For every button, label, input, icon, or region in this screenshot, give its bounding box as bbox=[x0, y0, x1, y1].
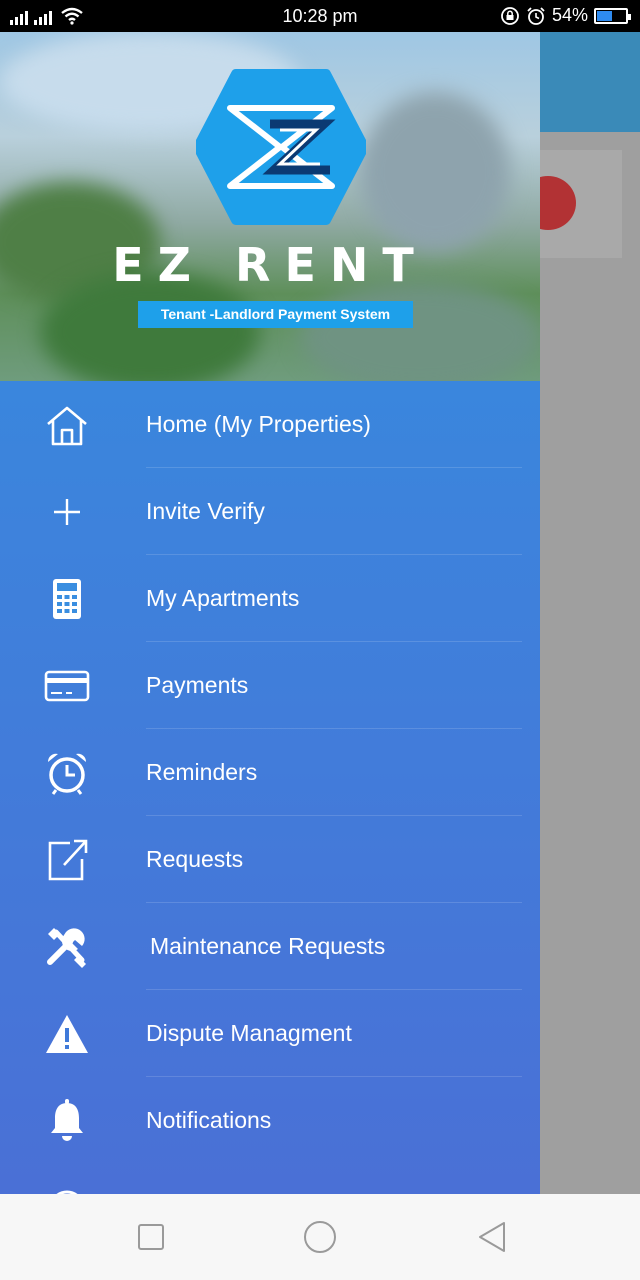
brand-tagline: Tenant -Landlord Payment System bbox=[138, 301, 413, 328]
bell-icon bbox=[44, 1098, 90, 1144]
battery-icon bbox=[594, 7, 631, 24]
menu-item-label: Home (My Properties) bbox=[146, 411, 371, 437]
menu-item-invite-verify[interactable]: Invite Verify bbox=[0, 468, 540, 555]
home-icon bbox=[44, 402, 90, 448]
menu-item-maintenance-requests[interactable]: Maintenance Requests bbox=[0, 903, 540, 990]
menu-item-label: Notifications bbox=[146, 1107, 272, 1133]
menu-item-payments[interactable]: Payments bbox=[0, 642, 540, 729]
menu-item-label: Requests bbox=[146, 846, 244, 872]
circle-icon bbox=[44, 1185, 90, 1194]
tools-icon bbox=[44, 924, 90, 970]
alarm-icon bbox=[527, 6, 545, 25]
menu-item-label: Invite Verify bbox=[146, 498, 265, 524]
menu-item-home[interactable]: Home (My Properties) bbox=[0, 381, 540, 468]
external-link-icon bbox=[44, 837, 90, 883]
alarm-clock-icon bbox=[44, 750, 90, 796]
menu-item-label: Maintenance Requests bbox=[150, 933, 386, 959]
menu-item-notifications[interactable]: Notifications bbox=[0, 1077, 540, 1164]
brand-name: EZ RENT bbox=[112, 238, 428, 292]
menu-item-dispute-management[interactable]: Dispute Managment bbox=[0, 990, 540, 1077]
menu-item-requests[interactable]: Requests bbox=[0, 816, 540, 903]
menu-item-label: Reminders bbox=[146, 759, 258, 785]
status-bar: 10:28 pm 54% bbox=[0, 0, 640, 32]
menu-item-label: Dispute Managment bbox=[146, 1020, 352, 1046]
plus-icon bbox=[44, 489, 90, 535]
drawer-menu: Home (My Properties) Invite Verify My Ap… bbox=[0, 381, 540, 1194]
battery-percent: 54% bbox=[551, 5, 588, 25]
calculator-icon bbox=[44, 576, 90, 622]
back-triangle-icon[interactable] bbox=[474, 1219, 510, 1255]
menu-item-label: Payments bbox=[146, 672, 249, 698]
recents-square-icon[interactable] bbox=[133, 1219, 169, 1255]
menu-item-reminders[interactable]: Reminders bbox=[0, 729, 540, 816]
menu-item-my-apartments[interactable]: My Apartments bbox=[0, 555, 540, 642]
lock-rotation-icon bbox=[501, 6, 519, 25]
credit-card-icon bbox=[44, 663, 90, 709]
menu-item-partial[interactable] bbox=[0, 1164, 540, 1194]
home-circle-icon[interactable] bbox=[302, 1219, 338, 1255]
navigation-drawer: EZ RENT Tenant -Landlord Payment System … bbox=[0, 32, 540, 1194]
navigation-bar bbox=[0, 1194, 640, 1280]
ez-hexagon-logo-icon bbox=[196, 69, 366, 225]
battery-fill bbox=[597, 10, 613, 21]
drawer-header: EZ RENT Tenant -Landlord Payment System bbox=[0, 32, 540, 381]
warning-icon bbox=[44, 1011, 90, 1057]
menu-item-label: My Apartments bbox=[146, 585, 300, 611]
